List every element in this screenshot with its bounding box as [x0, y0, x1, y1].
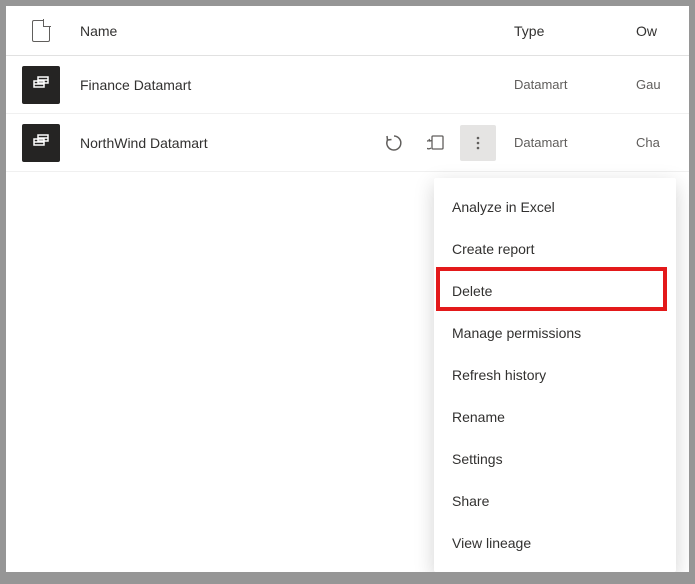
refresh-button[interactable]	[376, 125, 412, 161]
menu-settings[interactable]: Settings	[434, 438, 676, 480]
row-type: Datamart	[496, 135, 636, 150]
table-row[interactable]: NorthWind Datamart Datamart Cha	[6, 114, 689, 172]
menu-create-report[interactable]: Create report	[434, 228, 676, 270]
menu-refresh-history[interactable]: Refresh history	[434, 354, 676, 396]
table-header: Name Type Ow	[6, 6, 689, 56]
datamart-icon	[22, 124, 60, 162]
table-row[interactable]: Finance Datamart Datamart Gau	[6, 56, 689, 114]
row-name: Finance Datamart	[76, 77, 376, 93]
menu-share[interactable]: Share	[434, 480, 676, 522]
datamart-list-view: Name Type Ow Finance Datamart Datamart G…	[6, 6, 689, 572]
menu-rename[interactable]: Rename	[434, 396, 676, 438]
more-options-button[interactable]	[460, 125, 496, 161]
header-type[interactable]: Type	[496, 23, 636, 39]
row-type: Datamart	[496, 77, 636, 92]
row-name: NorthWind Datamart	[76, 135, 376, 151]
schedule-icon	[427, 134, 445, 152]
header-owner[interactable]: Ow	[636, 23, 689, 39]
header-name[interactable]: Name	[76, 23, 376, 39]
row-owner: Cha	[636, 135, 689, 150]
menu-view-lineage[interactable]: View lineage	[434, 522, 676, 564]
context-menu: Analyze in Excel Create report Delete Ma…	[434, 178, 676, 572]
menu-analyze-excel[interactable]: Analyze in Excel	[434, 186, 676, 228]
row-owner: Gau	[636, 77, 689, 92]
menu-manage-permissions[interactable]: Manage permissions	[434, 312, 676, 354]
header-icon-cell	[6, 20, 76, 42]
more-vertical-icon	[470, 135, 486, 151]
schedule-refresh-button[interactable]	[418, 125, 454, 161]
document-icon	[32, 20, 50, 42]
datamart-icon	[22, 66, 60, 104]
menu-delete[interactable]: Delete	[434, 270, 676, 312]
refresh-icon	[385, 134, 403, 152]
